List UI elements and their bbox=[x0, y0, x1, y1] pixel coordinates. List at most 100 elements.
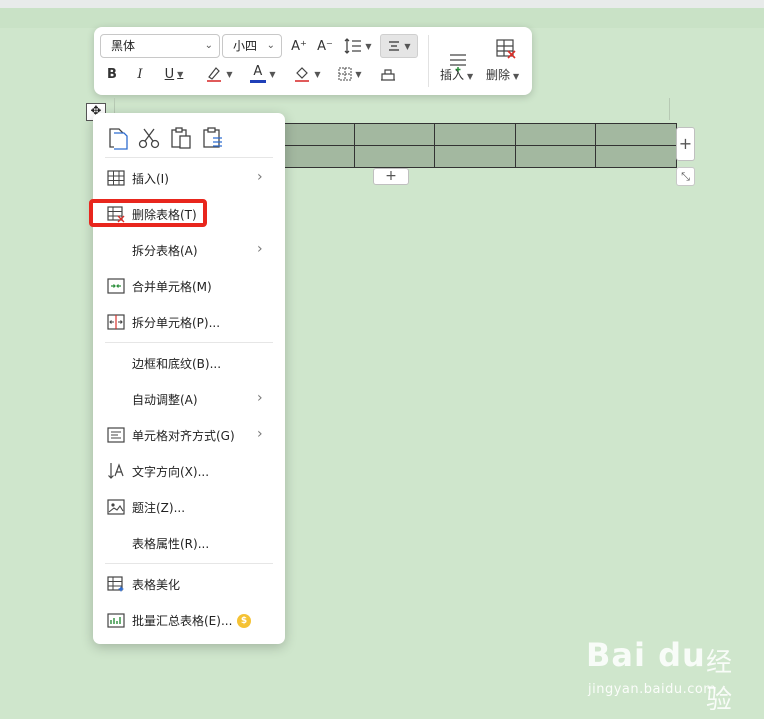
font-color-button[interactable]: A ▼ bbox=[246, 63, 280, 85]
vip-coin-icon: $ bbox=[237, 614, 251, 628]
italic-icon: I bbox=[137, 66, 143, 82]
menu-item-table-properties[interactable]: 表格属性(R)... bbox=[93, 527, 285, 559]
table-cell[interactable] bbox=[273, 123, 355, 146]
chevron-down-icon: ⌄ bbox=[266, 40, 275, 51]
menu-item-autofit[interactable]: 自动调整(A) › bbox=[93, 383, 285, 415]
menu-item-label: 表格美化 bbox=[132, 578, 181, 592]
font-size-select[interactable]: 小四 ⌄ bbox=[222, 34, 282, 58]
chevron-right-icon: › bbox=[257, 169, 263, 185]
highlight-button[interactable]: ▼ bbox=[202, 63, 236, 85]
menu-item-label: 题注(Z)... bbox=[132, 501, 186, 515]
eraser-button[interactable] bbox=[376, 63, 400, 85]
chevron-down-icon: ▼ bbox=[177, 69, 184, 79]
menu-item-label: 边框和底纹(B)... bbox=[132, 357, 222, 371]
table-cell[interactable] bbox=[514, 145, 597, 168]
menu-item-borders-shading[interactable]: 边框和底纹(B)... bbox=[93, 347, 285, 379]
chevron-right-icon: › bbox=[257, 426, 263, 442]
copy-button[interactable] bbox=[105, 125, 131, 151]
table-context-menu: 插入(I) › 删除表格(T) 拆分表格(A) › 合并单元格(M) 拆分单元格… bbox=[93, 113, 285, 644]
shrink-font-icon: A⁻ bbox=[317, 38, 333, 54]
shading-button[interactable]: ▼ bbox=[290, 63, 324, 85]
grow-font-button[interactable]: A⁺ bbox=[288, 35, 310, 57]
chevron-right-icon: › bbox=[257, 390, 263, 406]
merge-cells-icon bbox=[107, 278, 125, 294]
split-cells-icon bbox=[107, 314, 125, 330]
paste-text-icon bbox=[203, 127, 222, 148]
line-spacing-icon bbox=[344, 38, 362, 54]
chevron-down-icon: ▼ bbox=[314, 69, 321, 79]
underline-button[interactable]: U ▼ bbox=[160, 63, 188, 85]
table-cell[interactable] bbox=[353, 145, 436, 168]
underline-icon: U bbox=[164, 66, 175, 82]
italic-button[interactable]: I bbox=[130, 63, 150, 85]
menu-item-merge-cells[interactable]: 合并单元格(M) bbox=[93, 270, 285, 302]
table-cell[interactable] bbox=[434, 123, 516, 146]
line-spacing-button[interactable]: ▼ bbox=[342, 35, 374, 57]
toolbar-separator bbox=[428, 35, 429, 87]
delete-label: 删除 ▼ bbox=[486, 66, 519, 83]
menu-item-label: 批量汇总表格(E)... bbox=[132, 614, 233, 628]
add-row-button[interactable]: + bbox=[373, 168, 409, 185]
font-name-value: 黑体 bbox=[111, 39, 136, 53]
text-direction-icon bbox=[108, 463, 124, 479]
bold-button[interactable]: B bbox=[102, 63, 122, 85]
menu-divider bbox=[105, 342, 273, 343]
menu-item-batch-summary[interactable]: 批量汇总表格(E)... $ bbox=[93, 604, 285, 636]
caption-icon bbox=[107, 499, 125, 515]
chevron-down-icon: ▼ bbox=[269, 69, 276, 79]
chevron-down-icon: ▼ bbox=[355, 69, 362, 79]
menu-item-insert[interactable]: 插入(I) › bbox=[93, 162, 285, 194]
border-icon bbox=[338, 67, 352, 81]
add-column-button[interactable]: + bbox=[676, 127, 695, 161]
menu-item-cell-alignment[interactable]: 单元格对齐方式(G) › bbox=[93, 419, 285, 451]
menu-item-label: 文字方向(X)... bbox=[132, 465, 210, 479]
menu-item-label: 合并单元格(M) bbox=[132, 280, 212, 294]
floating-format-toolbar: 黑体 ⌄ 小四 ⌄ A⁺ A⁻ ▼ ▼ B I U ▼ ▼ A ▼ ▼ ▼ 插入… bbox=[94, 27, 532, 95]
shrink-font-button[interactable]: A⁻ bbox=[314, 35, 336, 57]
menu-item-split-table[interactable]: 拆分表格(A) › bbox=[93, 234, 285, 266]
font-name-select[interactable]: 黑体 ⌄ bbox=[100, 34, 220, 58]
red-highlight-box bbox=[89, 199, 207, 227]
chevron-down-icon: ▼ bbox=[226, 69, 233, 79]
paint-bucket-icon bbox=[295, 67, 310, 82]
menu-item-table-beautify[interactable]: 表格美化 bbox=[93, 568, 285, 600]
font-color-swatch bbox=[250, 80, 267, 83]
batch-summary-icon bbox=[107, 613, 125, 628]
table-cell[interactable] bbox=[434, 145, 516, 168]
chevron-down-icon: ▼ bbox=[467, 72, 474, 81]
menu-item-caption[interactable]: 题注(Z)... bbox=[93, 491, 285, 523]
table-resize-handle[interactable]: ⤡ bbox=[676, 167, 695, 186]
chevron-down-icon: ▼ bbox=[365, 41, 372, 51]
table-cell[interactable] bbox=[353, 123, 436, 146]
paste-button[interactable] bbox=[168, 125, 194, 151]
border-button[interactable]: ▼ bbox=[334, 63, 366, 85]
table-cell[interactable] bbox=[273, 145, 355, 168]
delete-label-text: 删除 bbox=[486, 68, 511, 82]
watermark-logo: Bai du bbox=[586, 636, 706, 674]
menu-item-split-cells[interactable]: 拆分单元格(P)... bbox=[93, 306, 285, 338]
insert-label: 插入 ▼ bbox=[440, 66, 473, 83]
insert-label-text: 插入 bbox=[440, 68, 465, 82]
watermark-url: jingyan.baidu.com bbox=[588, 682, 717, 697]
menu-item-label: 拆分表格(A) bbox=[132, 244, 198, 258]
table-cell[interactable] bbox=[595, 145, 677, 168]
clipboard-row bbox=[93, 121, 285, 155]
resize-icon: ⤡ bbox=[681, 170, 690, 183]
menu-divider bbox=[105, 157, 273, 158]
table-cell[interactable] bbox=[595, 123, 677, 146]
menu-item-label: 单元格对齐方式(G) bbox=[132, 429, 235, 443]
window-top-bar bbox=[0, 0, 764, 8]
chevron-right-icon: › bbox=[257, 241, 263, 257]
cut-button[interactable] bbox=[136, 125, 162, 151]
table-cell[interactable] bbox=[514, 123, 597, 146]
baidu-jingyan-watermark: Bai du 经验 jingyan.baidu.com bbox=[586, 636, 756, 715]
paste-special-button[interactable] bbox=[200, 125, 226, 151]
highlighter-icon bbox=[207, 67, 222, 82]
plus-icon: + bbox=[678, 134, 693, 153]
align-center-icon bbox=[389, 41, 400, 51]
delete-button[interactable] bbox=[488, 33, 524, 65]
document-top-margin bbox=[0, 8, 764, 28]
align-button[interactable]: ▼ bbox=[380, 34, 418, 58]
plus-icon: + bbox=[385, 168, 397, 184]
menu-item-text-direction[interactable]: 文字方向(X)... bbox=[93, 455, 285, 487]
